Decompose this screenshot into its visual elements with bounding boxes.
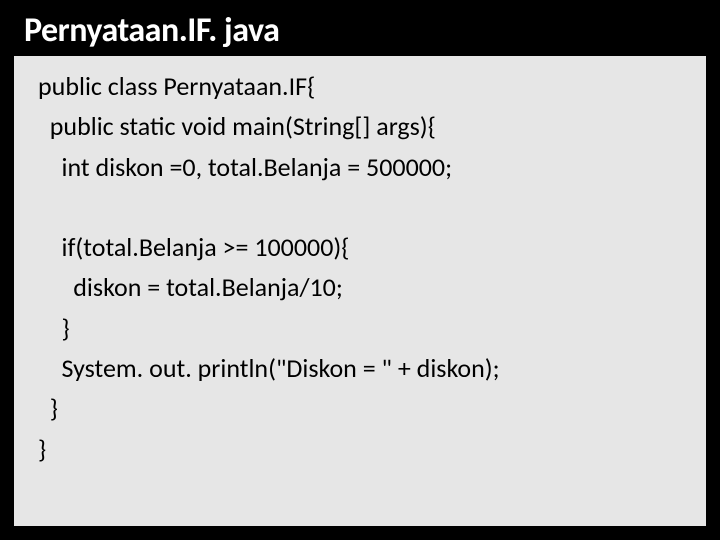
slide-body: public class Pernyataan.IF{ public stati… bbox=[14, 56, 706, 526]
code-line: } bbox=[38, 392, 58, 424]
code-line: int diskon =0, total.Belanja = 500000; bbox=[38, 151, 452, 183]
slide: Pernyataan.IF. java public class Pernyat… bbox=[0, 0, 720, 540]
code-line: } bbox=[38, 433, 46, 465]
slide-title: Pernyataan.IF. java bbox=[14, 4, 706, 55]
code-line: public static void main(String[] args){ bbox=[38, 110, 436, 142]
code-line: diskon = total.Belanja/10; bbox=[38, 271, 343, 303]
code-line: if(total.Belanja >= 100000){ bbox=[38, 231, 349, 263]
slide-header: Pernyataan.IF. java bbox=[14, 4, 706, 62]
code-line: System. out. println("Diskon = " + disko… bbox=[38, 352, 500, 384]
code-line: public class Pernyataan.IF{ bbox=[38, 70, 315, 102]
code-block: public class Pernyataan.IF{ public stati… bbox=[14, 66, 706, 469]
code-line: } bbox=[38, 312, 70, 344]
